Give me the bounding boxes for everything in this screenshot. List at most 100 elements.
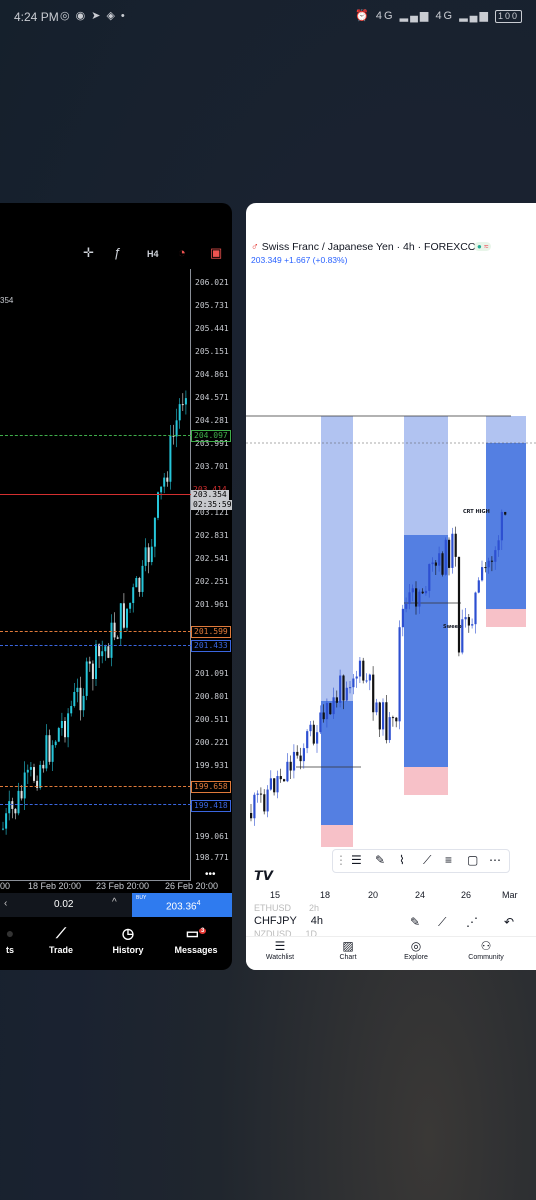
- candle: [448, 539, 451, 568]
- take-profit-line: [0, 435, 191, 436]
- lot-increase-icon[interactable]: ^: [112, 897, 117, 908]
- candle: [352, 678, 355, 688]
- indicators-icon[interactable]: ƒ: [114, 245, 121, 260]
- lines-icon[interactable]: ☰: [351, 853, 362, 867]
- nav-chart[interactable]: ▨ Chart: [332, 939, 364, 961]
- candle: [434, 562, 437, 566]
- price-tick: 206.021: [195, 278, 229, 287]
- candle: [169, 435, 172, 482]
- price-tick: 203.701: [195, 462, 229, 471]
- candle: [490, 560, 494, 562]
- candle: [484, 567, 487, 569]
- tv-chart[interactable]: CRT HIGH Sweep: [246, 403, 536, 853]
- more-button[interactable]: •••: [205, 869, 216, 880]
- buy-label: BUY: [136, 895, 147, 901]
- objects-icon[interactable]: ◔: [178, 245, 186, 260]
- mt-chart[interactable]: [0, 269, 191, 881]
- timeframe-button[interactable]: H4: [147, 249, 159, 259]
- buy-button[interactable]: BUY 203.364: [132, 893, 232, 917]
- brush-icon[interactable]: ✎: [375, 853, 385, 867]
- nav-trade[interactable]: ⟋ Trade: [40, 925, 82, 955]
- candle: [33, 767, 35, 781]
- drawing-toolbar: ⋮ ☰ ✎ ⌇ ⟋ ≡ ▢ ⋯: [332, 849, 510, 873]
- candle: [418, 591, 421, 607]
- nav-community[interactable]: ⚇ Community: [466, 939, 506, 961]
- candle: [408, 592, 411, 605]
- candle: [73, 691, 76, 707]
- candle: [421, 591, 424, 594]
- price-tick: 202.831: [195, 531, 229, 540]
- patterns-icon[interactable]: ⌇: [399, 853, 405, 867]
- candle: [64, 720, 66, 738]
- x-tick: 20: [368, 890, 379, 900]
- compare-icon[interactable]: ⟋: [438, 915, 446, 930]
- nav-quotes[interactable]: ● ts: [0, 925, 22, 955]
- trade-icon: ⟋: [56, 925, 66, 941]
- candle: [365, 680, 368, 682]
- countdown-tag: 02:35:59: [191, 500, 232, 510]
- watchlist-row-active[interactable]: CHFJPY 4h: [254, 915, 323, 927]
- candle: [319, 712, 322, 733]
- candle: [451, 533, 454, 568]
- candle: [368, 674, 371, 681]
- candle: [471, 624, 474, 626]
- candle: [126, 608, 128, 628]
- nav-watchlist[interactable]: ☰ Watchlist: [260, 939, 300, 961]
- price-tick: 204.571: [195, 393, 229, 402]
- messages-icon: ▭ 3: [185, 925, 207, 941]
- price-tick: 199.061: [195, 832, 229, 841]
- candle: [51, 745, 54, 762]
- candle: [481, 567, 484, 581]
- price-tick: 199.931: [195, 761, 229, 770]
- candle: [302, 748, 305, 762]
- candle: [253, 794, 256, 819]
- parallel-channel-icon[interactable]: ⋯: [489, 853, 501, 867]
- candle: [95, 644, 97, 679]
- lot-size[interactable]: 0.02: [54, 899, 73, 910]
- candle: [355, 676, 358, 679]
- mt-bottom-nav: ● ts ⟋ Trade ◷ History ▭ 3 Messages: [0, 925, 232, 970]
- undo-icon[interactable]: ↶: [504, 915, 514, 929]
- candle: [329, 703, 332, 715]
- indicators-icon[interactable]: ⋰: [466, 915, 478, 929]
- crt-high-label: CRT HIGH: [463, 509, 490, 515]
- watchlist-row[interactable]: ETHUSD 2h: [254, 903, 319, 913]
- history-icon: ◷: [121, 925, 135, 941]
- nav-history[interactable]: ◷ History: [106, 925, 150, 955]
- candle: [5, 813, 8, 829]
- candle: [67, 713, 70, 738]
- candle: [39, 764, 42, 788]
- buy-price-main: 203.36: [166, 901, 197, 913]
- compass-icon: ◎: [410, 939, 422, 953]
- candle: [395, 717, 398, 722]
- fib-icon[interactable]: ≡: [445, 853, 452, 867]
- tradingview-card[interactable]: ♂ Swiss Franc / Japanese Yen · 4h · FORE…: [246, 203, 536, 970]
- trendline-icon[interactable]: ⟋: [423, 853, 431, 868]
- drag-handle-icon[interactable]: ⋮: [335, 853, 347, 867]
- rectangle-icon[interactable]: ▢: [467, 853, 478, 867]
- x-tick: 24: [415, 890, 426, 900]
- price-tick: 198.771: [195, 853, 229, 862]
- nav-messages[interactable]: ▭ 3 Messages: [172, 925, 220, 955]
- pencil-icon[interactable]: ✎: [410, 915, 420, 929]
- nav-label: Messages: [174, 945, 218, 955]
- candle: [283, 779, 286, 782]
- crosshair-icon[interactable]: ✛: [83, 245, 94, 261]
- x-tick: 15: [270, 890, 281, 900]
- symbol-title[interactable]: ♂ Swiss Franc / Japanese Yen · 4h · FORE…: [251, 241, 485, 253]
- price-tick: 200.221: [195, 738, 229, 747]
- candle: [54, 741, 57, 746]
- market-status-badge: ● ≈: [474, 242, 492, 251]
- alarm-icon: ⏰: [355, 10, 371, 22]
- sell-tag: 201.433: [191, 640, 231, 652]
- tilde-icon: ≈: [484, 242, 489, 251]
- nav-explore[interactable]: ◎ Explore: [398, 939, 434, 961]
- messages-badge: 3: [198, 928, 207, 935]
- buy-price-sup: 4: [196, 900, 201, 907]
- candle: [256, 793, 259, 795]
- mt-app-card[interactable]: ✛ ƒ H4 ◔ ▣ 354 206.021 205.731 205.441 2…: [0, 203, 232, 970]
- candle: [26, 769, 29, 773]
- candle: [144, 547, 147, 566]
- tv-bottom-nav: ☰ Watchlist ▨ Chart ◎ Explore ⚇ Communit…: [246, 936, 536, 970]
- lot-decrease-icon[interactable]: ‹: [4, 898, 7, 909]
